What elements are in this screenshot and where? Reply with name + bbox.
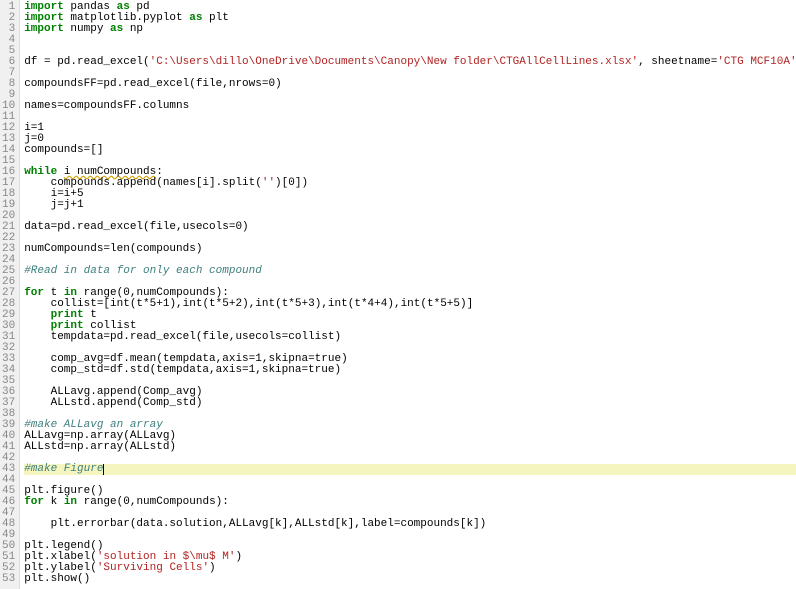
- code-line[interactable]: [24, 530, 796, 541]
- code-line[interactable]: plt.ylabel('Surviving Cells'): [24, 563, 796, 574]
- code-line[interactable]: i=1: [24, 123, 796, 134]
- code-line[interactable]: numCompounds=len(compounds): [24, 244, 796, 255]
- code-line[interactable]: for k in range(0,numCompounds):: [24, 497, 796, 508]
- code-line[interactable]: [24, 453, 796, 464]
- line-number: 53: [2, 574, 15, 585]
- code-line[interactable]: #make Figure: [24, 464, 796, 475]
- code-line[interactable]: df = pd.read_excel('C:\Users\dillo\OneDr…: [24, 57, 796, 68]
- code-line[interactable]: i=i+5: [24, 189, 796, 200]
- code-line[interactable]: print t: [24, 310, 796, 321]
- code-line[interactable]: compounds.append(names[i].split('')[0]): [24, 178, 796, 189]
- code-line[interactable]: compoundsFF=pd.read_excel(file,nrows=0): [24, 79, 796, 90]
- code-line[interactable]: import numpy as np: [24, 24, 796, 35]
- text-cursor: [103, 464, 104, 475]
- code-line[interactable]: names=compoundsFF.columns: [24, 101, 796, 112]
- code-line[interactable]: [24, 112, 796, 123]
- code-area[interactable]: import pandas as pdimport matplotlib.pyp…: [20, 0, 796, 589]
- code-line[interactable]: #Read in data for only each compound: [24, 266, 796, 277]
- code-line[interactable]: tempdata=pd.read_excel(file,usecols=coll…: [24, 332, 796, 343]
- line-number-gutter: 1234567891011121314151617181920212223242…: [0, 0, 20, 589]
- code-line[interactable]: [24, 35, 796, 46]
- code-line[interactable]: ALLstd.append(Comp_std): [24, 398, 796, 409]
- code-line[interactable]: compounds=[]: [24, 145, 796, 156]
- code-editor[interactable]: 1234567891011121314151617181920212223242…: [0, 0, 796, 589]
- code-line[interactable]: [24, 475, 796, 486]
- code-line[interactable]: data=pd.read_excel(file,usecols=0): [24, 222, 796, 233]
- code-line[interactable]: plt.errorbar(data.solution,ALLavg[k],ALL…: [24, 519, 796, 530]
- code-line[interactable]: plt.show(): [24, 574, 796, 585]
- code-line[interactable]: ALLstd=np.array(ALLstd): [24, 442, 796, 453]
- code-line[interactable]: j=0: [24, 134, 796, 145]
- code-line[interactable]: collist=[int(t*5+1),int(t*5+2),int(t*5+3…: [24, 299, 796, 310]
- code-line[interactable]: comp_std=df.std(tempdata,axis=1,skipna=t…: [24, 365, 796, 376]
- code-line[interactable]: j=j+1: [24, 200, 796, 211]
